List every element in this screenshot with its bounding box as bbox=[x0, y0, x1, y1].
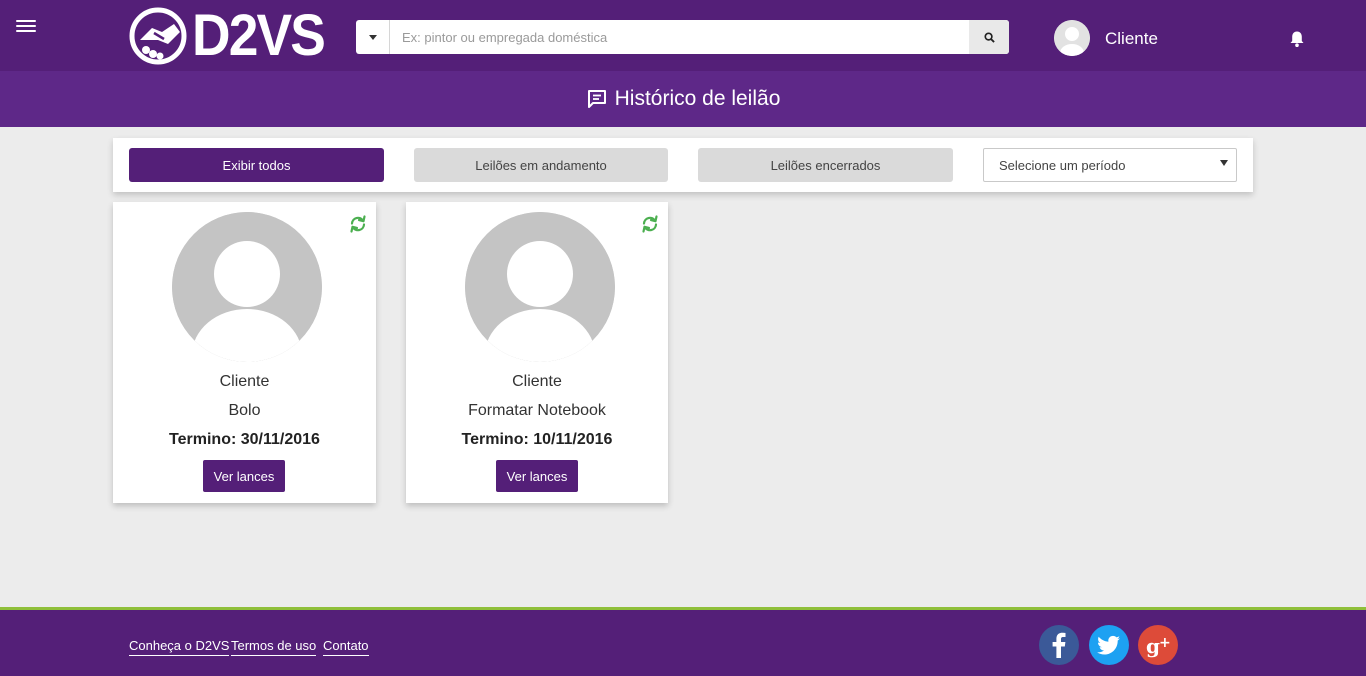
logo[interactable]: D2VS bbox=[128, 6, 336, 66]
auction-card: Cliente Formatar Notebook Termino: 10/11… bbox=[406, 202, 668, 503]
card-client-name: Cliente bbox=[512, 373, 562, 390]
client-avatar bbox=[465, 212, 615, 362]
user-silhouette-icon bbox=[465, 212, 615, 362]
user-avatar[interactable] bbox=[1054, 20, 1090, 56]
search-input[interactable] bbox=[390, 20, 969, 54]
chat-message-icon bbox=[586, 88, 608, 110]
view-bids-button[interactable]: Ver lances bbox=[203, 460, 285, 492]
svg-text:+: + bbox=[1159, 635, 1171, 651]
card-end-date: Termino: 10/11/2016 bbox=[461, 431, 613, 448]
show-all-button[interactable]: Exibir todos bbox=[129, 148, 384, 182]
period-select[interactable]: Selecione um período bbox=[983, 148, 1237, 182]
search-bar bbox=[356, 20, 1009, 54]
card-service-title: Bolo bbox=[228, 402, 261, 419]
google-plus-icon[interactable]: g + bbox=[1138, 625, 1178, 665]
filter-bar: Exibir todos Leilões em andamento Leilõe… bbox=[113, 138, 1253, 192]
user-silhouette-icon bbox=[1054, 20, 1090, 56]
user-name[interactable]: Cliente bbox=[1105, 29, 1158, 49]
in-progress-auctions-button[interactable]: Leilões em andamento bbox=[414, 148, 668, 182]
twitter-icon[interactable] bbox=[1089, 625, 1129, 665]
footer-link-contact[interactable]: Contato bbox=[323, 638, 369, 656]
search-icon bbox=[983, 31, 995, 43]
card-service-title: Formatar Notebook bbox=[468, 402, 606, 419]
footer: Conheça o D2VS Termos de uso Contato g + bbox=[0, 607, 1366, 676]
refresh-icon[interactable] bbox=[640, 214, 660, 239]
refresh-icon[interactable] bbox=[348, 214, 368, 239]
period-select-value: Selecione um período bbox=[999, 157, 1126, 173]
client-avatar bbox=[172, 212, 322, 362]
caret-down-icon bbox=[1220, 160, 1228, 166]
logo-text: D2VS bbox=[192, 3, 326, 68]
page-title-bar: Histórico de leilão bbox=[0, 71, 1366, 127]
search-category-dropdown[interactable] bbox=[356, 20, 390, 54]
page-title: Histórico de leilão bbox=[614, 87, 781, 110]
svg-text:g: g bbox=[1146, 634, 1160, 658]
notification-bell-icon[interactable] bbox=[1288, 30, 1306, 53]
closed-auctions-button[interactable]: Leilões encerrados bbox=[698, 148, 953, 182]
user-silhouette-icon bbox=[172, 212, 322, 362]
auction-card: Cliente Bolo Termino: 30/11/2016 Ver lan… bbox=[113, 202, 376, 503]
top-navbar: D2VS Cliente bbox=[0, 0, 1366, 71]
search-button[interactable] bbox=[969, 20, 1009, 54]
footer-link-terms[interactable]: Termos de uso bbox=[231, 638, 317, 656]
card-end-date: Termino: 30/11/2016 bbox=[169, 431, 320, 448]
handshake-logo-icon bbox=[129, 7, 187, 65]
view-bids-button[interactable]: Ver lances bbox=[496, 460, 578, 492]
footer-link-about[interactable]: Conheça o D2VS bbox=[129, 638, 230, 656]
hamburger-menu-icon[interactable] bbox=[16, 20, 36, 36]
caret-down-icon bbox=[368, 34, 377, 40]
facebook-icon[interactable] bbox=[1039, 625, 1079, 665]
card-client-name: Cliente bbox=[219, 373, 270, 390]
